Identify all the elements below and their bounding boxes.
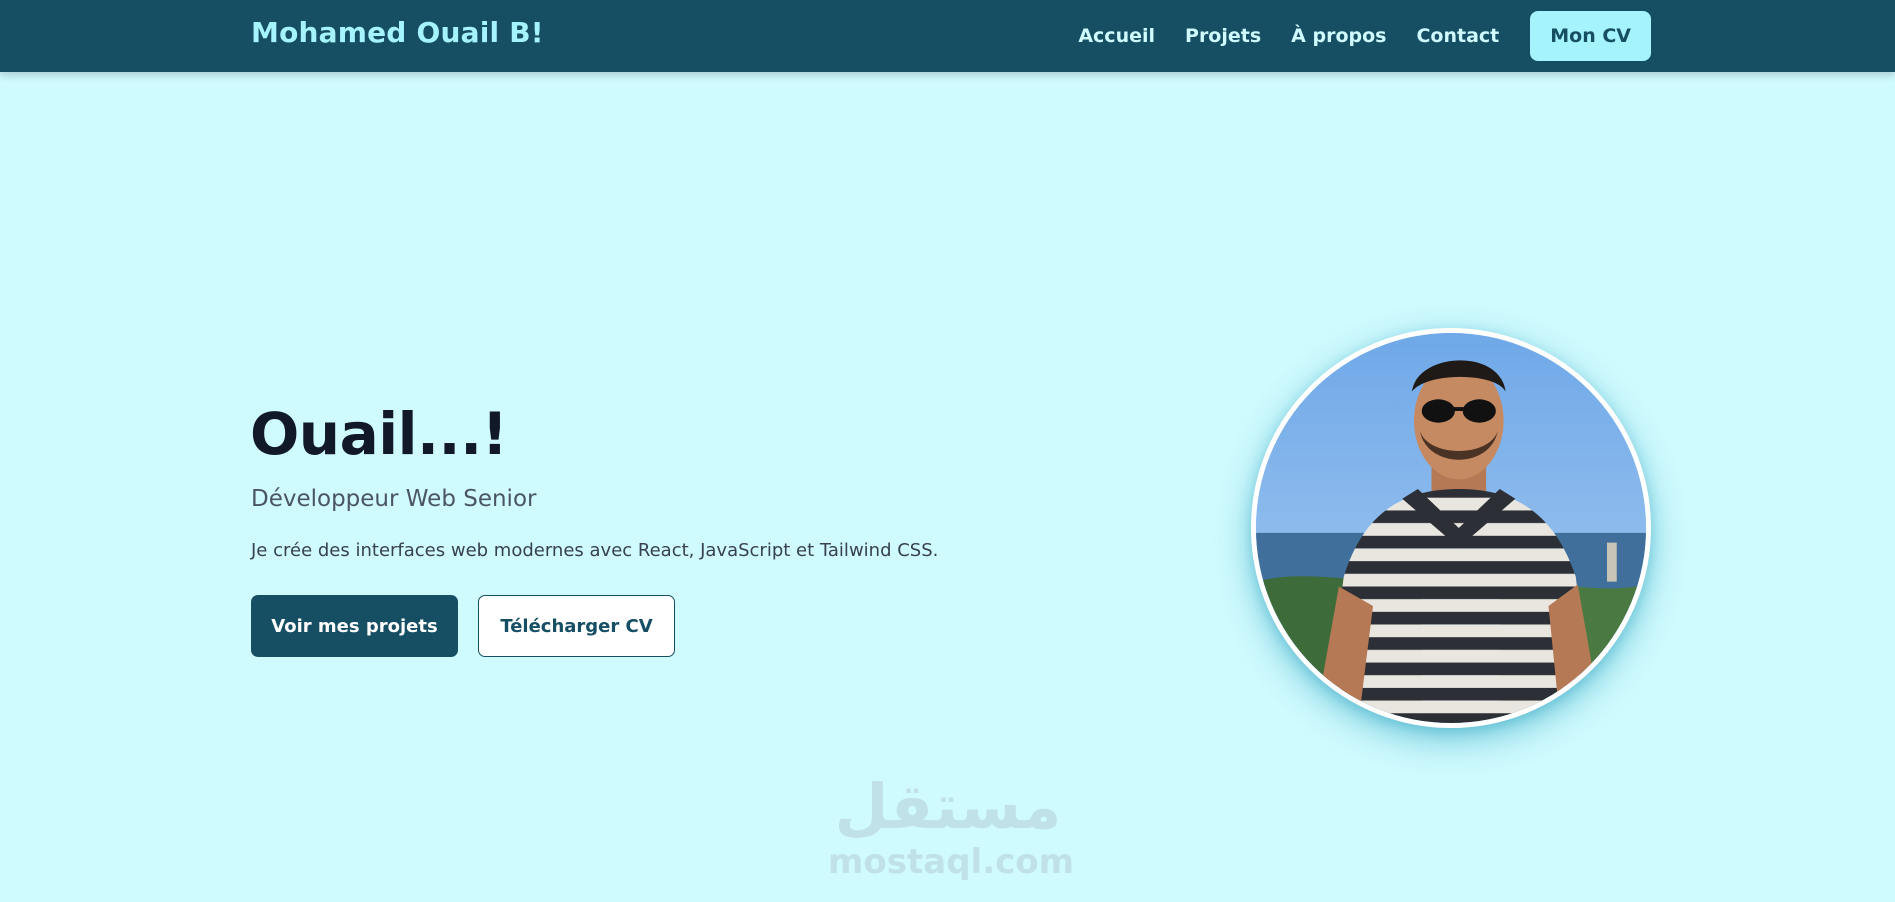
profile-photo [1251, 328, 1651, 728]
brand-logo-text[interactable]: Mohamed Ouail B! [251, 14, 544, 52]
nav-links: Accueil Projets À propos Contact Mon CV [1078, 0, 1651, 72]
nav-link-accueil[interactable]: Accueil [1078, 25, 1155, 47]
top-navbar: Mohamed Ouail B! Accueil Projets À propo… [0, 0, 1895, 72]
mon-cv-button[interactable]: Mon CV [1530, 11, 1651, 61]
mostaql-watermark: مستقل mostaql.com [828, 770, 1075, 884]
nav-link-projets[interactable]: Projets [1185, 25, 1261, 47]
nav-link-contact[interactable]: Contact [1416, 25, 1499, 47]
profile-photo-illustration [1256, 333, 1646, 723]
nav-link-a-propos[interactable]: À propos [1291, 25, 1386, 47]
hero-description: Je crée des interfaces web modernes avec… [251, 540, 939, 561]
download-cv-button[interactable]: Télécharger CV [478, 595, 675, 657]
watermark-latin: mostaql.com [828, 842, 1075, 882]
portfolio-page: Mohamed Ouail B! Accueil Projets À propo… [0, 0, 1895, 902]
view-projects-button[interactable]: Voir mes projets [251, 595, 458, 657]
hero-subtitle: Développeur Web Senior [251, 486, 537, 512]
watermark-arabic: مستقل [834, 770, 1062, 843]
hero-title: Ouail...! [250, 400, 508, 468]
